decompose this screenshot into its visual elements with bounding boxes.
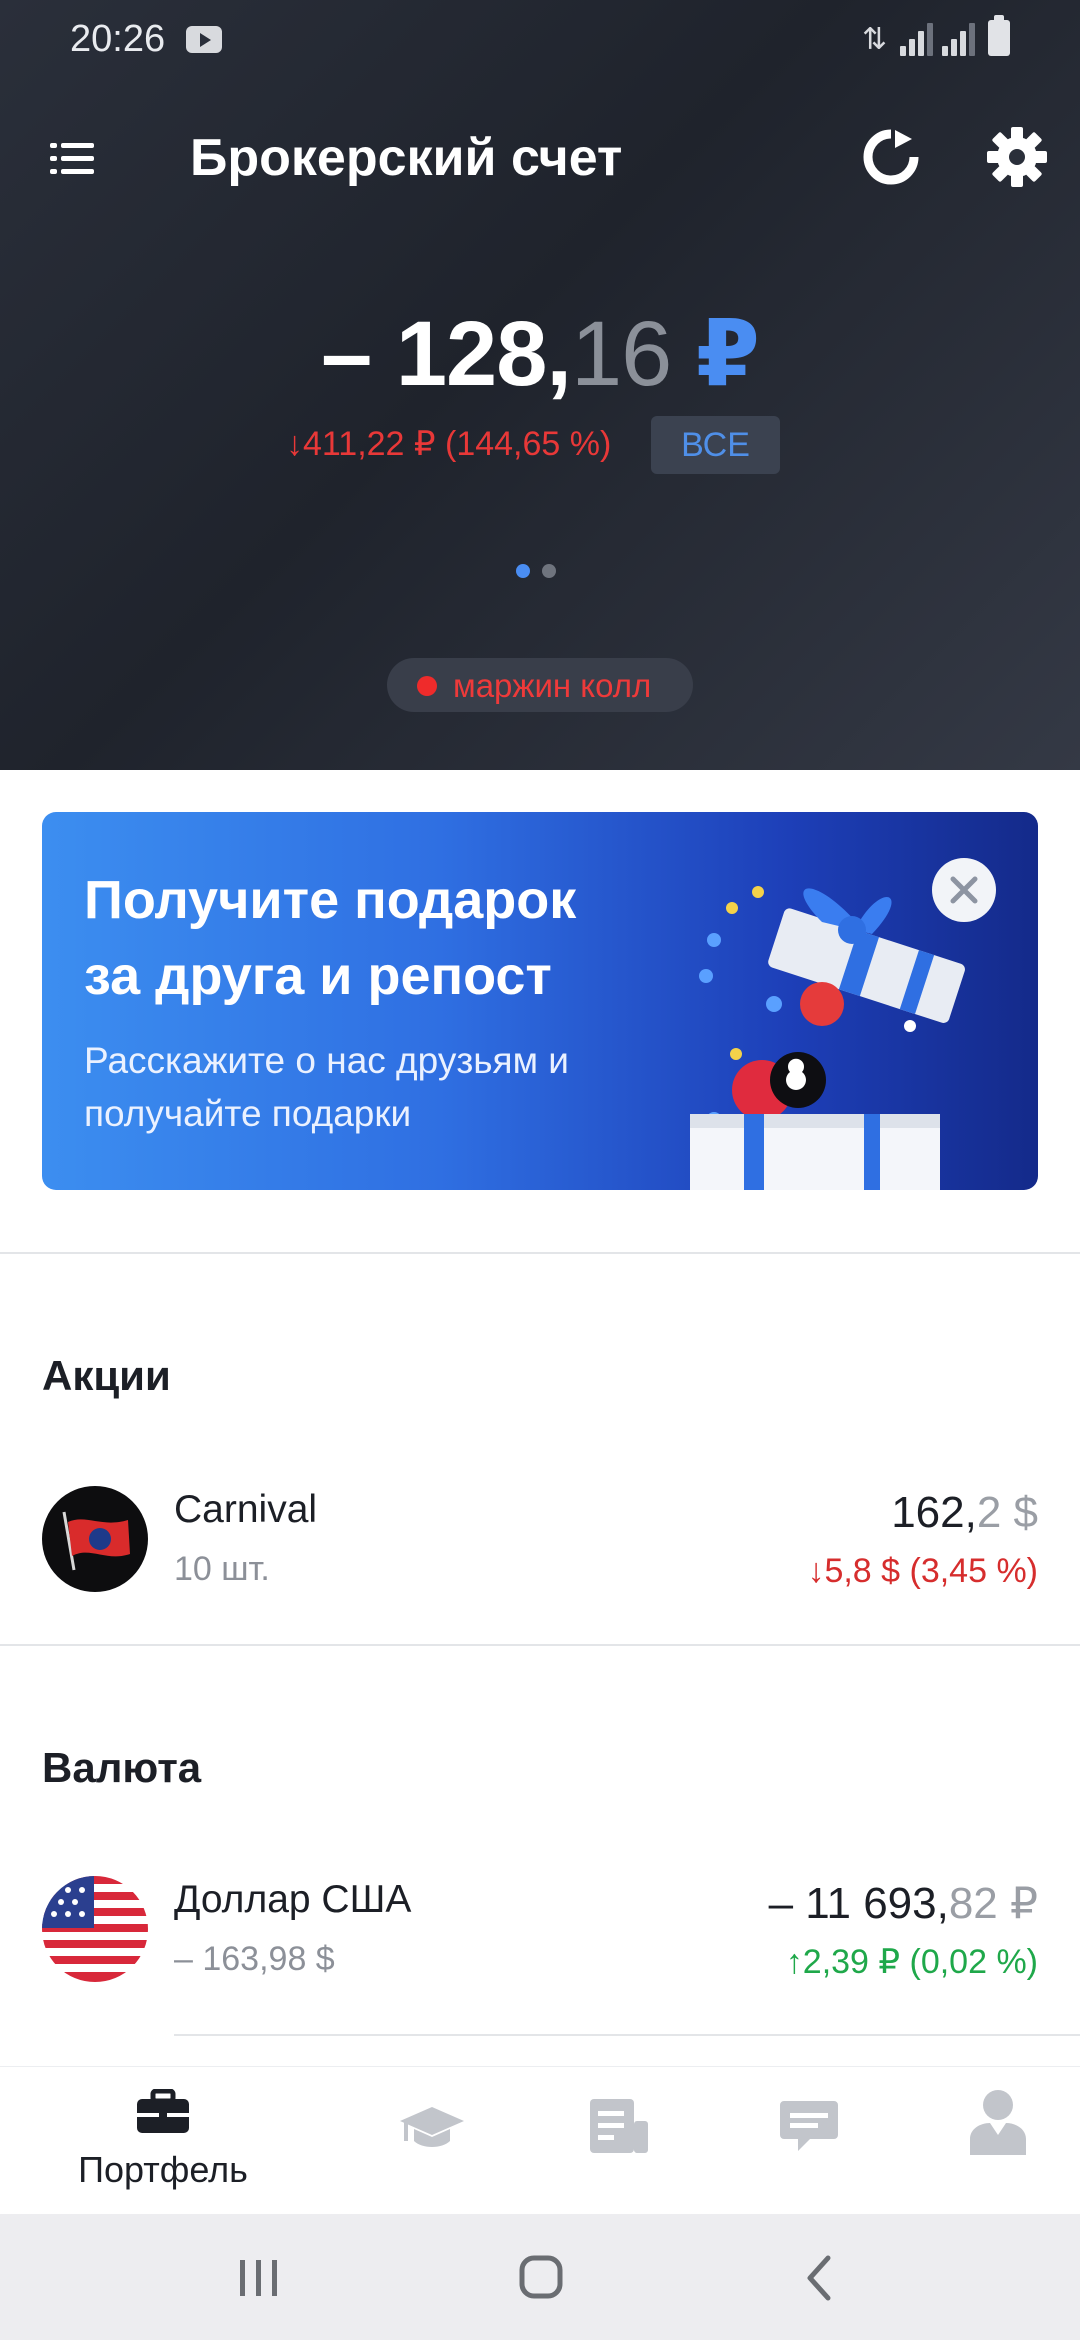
chat-icon [780, 2101, 838, 2151]
page-dot[interactable] [542, 564, 556, 578]
back-icon[interactable] [802, 2254, 836, 2302]
settings-icon[interactable] [984, 124, 1050, 190]
system-navigation-bar [0, 2214, 1080, 2340]
margin-call-badge[interactable]: маржин колл [387, 658, 693, 712]
news-icon [590, 2099, 648, 2153]
asset-value: 162,2 $ [891, 1488, 1038, 1537]
asset-change: ↑2,39 ₽ (0,02 %) [785, 1943, 1038, 1981]
refresh-icon[interactable] [860, 126, 922, 188]
asset-quantity: – 163,98 $ [174, 1940, 335, 1978]
list-item[interactable]: Доллар США – 163,98 $ – 11 693,82 ₽ ↑2,3… [0, 1852, 1080, 2002]
asset-value: – 11 693,82 ₽ [768, 1879, 1038, 1928]
asset-quantity: 10 шт. [174, 1550, 270, 1588]
battery-icon [988, 15, 1010, 56]
close-promo-button[interactable] [932, 858, 996, 922]
nav-label: Портфель [78, 2149, 248, 2190]
asset-name: Доллар США [174, 1878, 412, 1921]
asset-name: Carnival [174, 1488, 318, 1531]
graduation-cap-icon [400, 2107, 464, 2147]
portfolio-balance: – 128,16 ₽ [0, 300, 1080, 407]
period-all-button[interactable]: ВСЕ [651, 416, 780, 474]
divider [0, 1644, 1080, 1646]
bottom-navigation: Портфель [0, 2066, 1080, 2214]
section-title-currency: Валюта [42, 1744, 202, 1791]
signal-icon [942, 22, 978, 56]
menu-icon[interactable] [44, 130, 104, 190]
nav-portfolio[interactable]: Портфель [48, 2067, 278, 2215]
page-title: Брокерский счет [190, 129, 623, 187]
margin-call-label: маржин колл [453, 667, 652, 704]
balance-change: ↓411,22 ₽ (144,65 %) [286, 425, 612, 463]
briefcase-icon [137, 2089, 189, 2133]
nav-news[interactable] [574, 2067, 666, 2215]
alert-dot-icon [417, 676, 437, 696]
balance-currency: ₽ [695, 303, 760, 405]
list-item[interactable]: Carnival 10 шт. 162,2 $ ↓5,8 $ (3,45 %) [0, 1462, 1080, 1612]
close-icon[interactable] [932, 858, 996, 922]
balance-whole: – 128, [321, 303, 572, 405]
status-bar: 20:26 ⇅ [0, 0, 1080, 80]
recent-apps-icon[interactable] [236, 2258, 282, 2298]
nav-education[interactable] [386, 2067, 478, 2215]
us-flag-icon [42, 1876, 148, 1982]
promo-banner[interactable]: Получите подарок за друга и репост Расск… [42, 812, 1038, 1190]
divider [0, 1252, 1080, 1254]
data-icon: ⇅ [862, 23, 887, 56]
promo-subtitle: Расскажите о нас друзьям и получайте под… [84, 1040, 569, 1134]
status-time: 20:26 [70, 18, 166, 60]
profile-icon [970, 2090, 1026, 2155]
promo-title: Получите подарок за друга и репост [84, 870, 577, 1006]
asset-change: ↓5,8 $ (3,45 %) [807, 1552, 1038, 1590]
page-dot-active[interactable] [516, 564, 530, 578]
carnival-logo-icon [42, 1486, 148, 1592]
balance-change-row: ↓411,22 ₽ (144,65 %) ВСЕ [0, 414, 1080, 474]
nav-chat[interactable] [764, 2067, 856, 2215]
signal-icon [900, 22, 936, 56]
section-title-stocks: Акции [42, 1352, 171, 1399]
balance-fraction: 16 [570, 303, 672, 405]
home-icon[interactable] [518, 2254, 564, 2300]
youtube-icon [186, 26, 222, 53]
nav-profile[interactable] [952, 2067, 1044, 2215]
account-header: 20:26 ⇅ Брокерский счет – 128,16 ₽ ↓411,… [0, 0, 1080, 770]
divider [174, 2034, 1080, 2036]
